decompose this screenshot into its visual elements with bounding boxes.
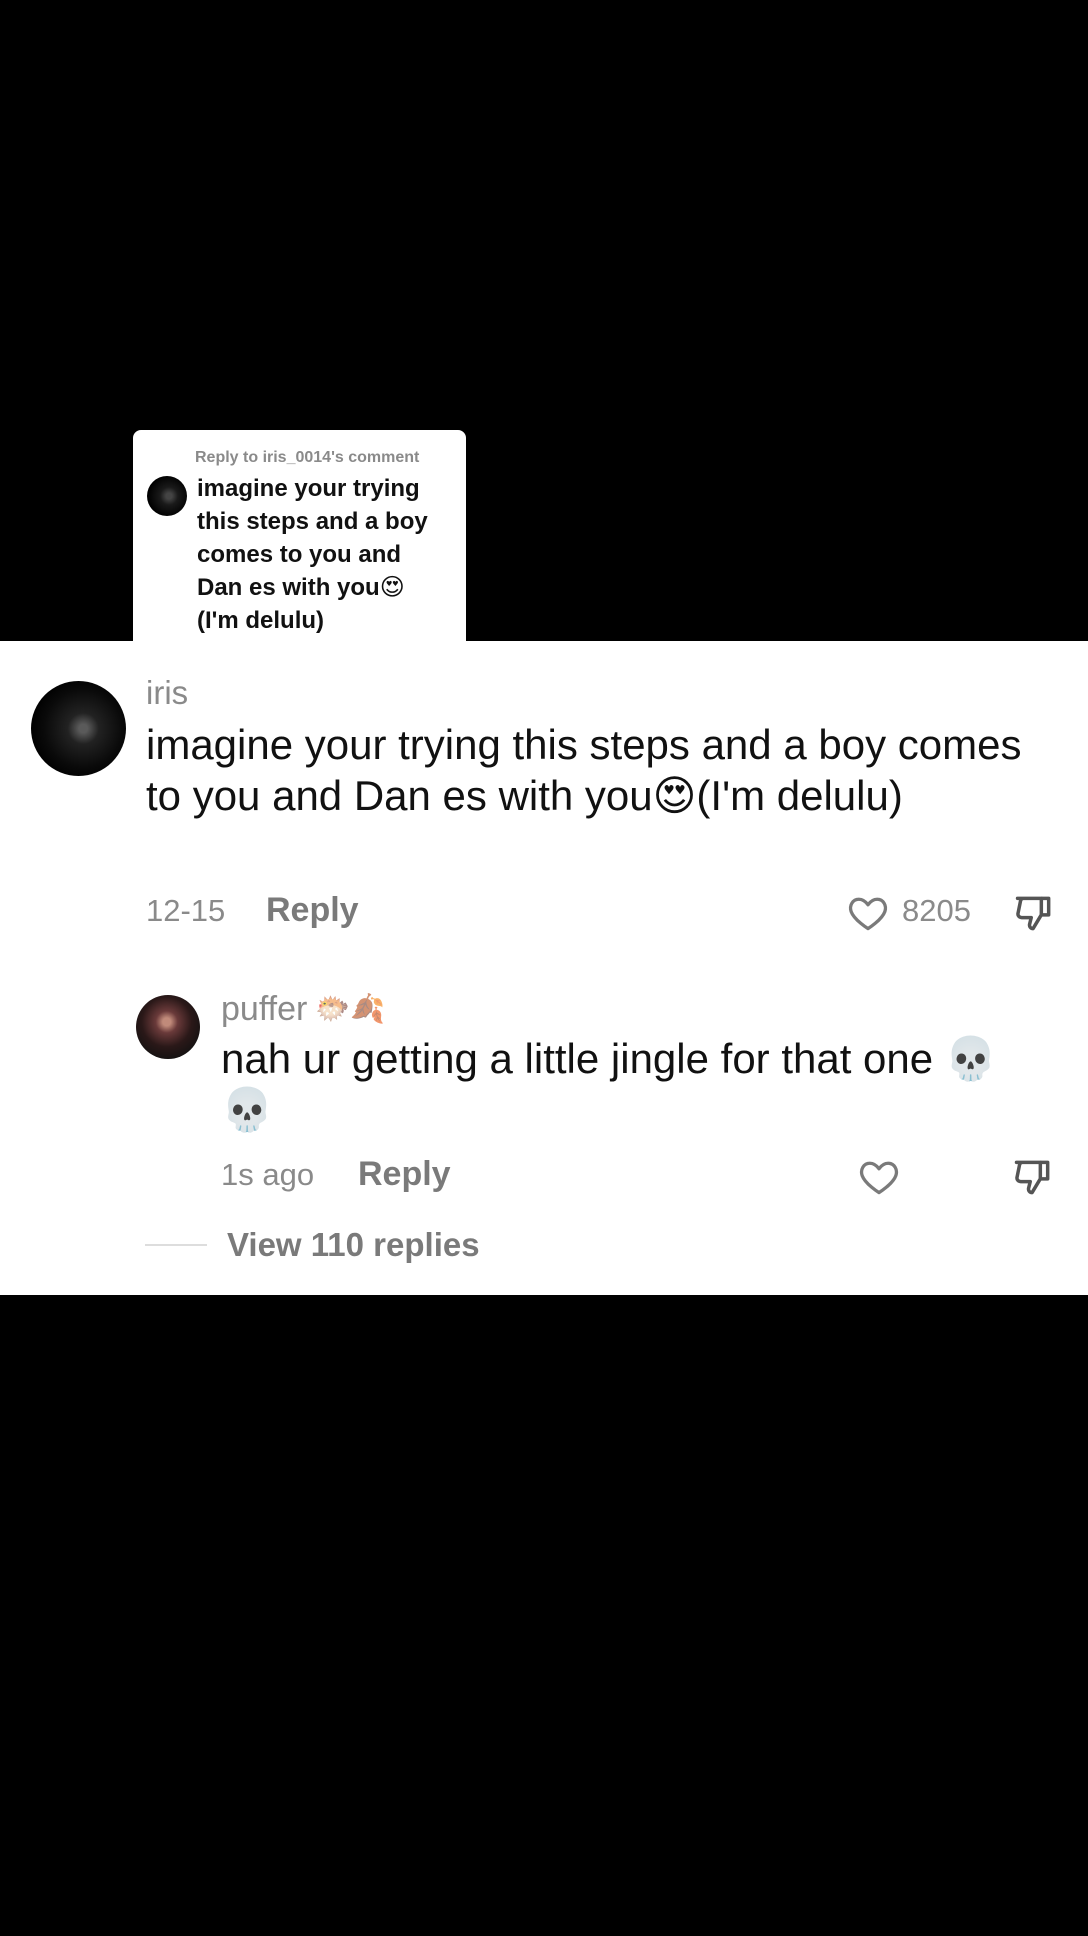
- reply-sticker: Reply to iris_0014's comment imagine you…: [133, 430, 466, 641]
- sticker-comment-text: imagine your trying this steps and a boy…: [197, 475, 428, 634]
- reply-meta: 1s ago Reply: [221, 1155, 1051, 1199]
- comment-meta: 12-15 Reply 8205: [146, 891, 1051, 935]
- comment-text: imagine your trying this steps and a boy…: [146, 721, 1022, 819]
- reply-button[interactable]: Reply: [266, 891, 359, 930]
- reply-username[interactable]: puffer 🐡🍂: [221, 989, 385, 1029]
- comment-username[interactable]: iris: [146, 673, 188, 713]
- like-count: 8205: [902, 893, 971, 928]
- reply-avatar[interactable]: [136, 995, 200, 1059]
- reply-date: 1s ago: [221, 1157, 315, 1192]
- comment-panel: iris imagine your trying this steps and …: [0, 641, 1088, 1295]
- view-replies-button[interactable]: View 110 replies: [145, 1225, 480, 1265]
- avatar[interactable]: [31, 681, 126, 776]
- sticker-header: Reply to iris_0014's comment: [195, 449, 420, 466]
- heart-outline-icon[interactable]: [857, 1155, 901, 1199]
- comment-date: 12-15: [146, 893, 226, 928]
- heart-outline-icon[interactable]: [846, 891, 890, 935]
- thumbs-down-icon[interactable]: [1011, 1155, 1055, 1199]
- sticker-avatar: [147, 476, 187, 516]
- thumbs-down-icon[interactable]: [1012, 891, 1056, 935]
- reply-reply-button[interactable]: Reply: [358, 1155, 451, 1194]
- reply-text: nah ur getting a little jingle for that …: [221, 1035, 998, 1133]
- divider: [145, 1244, 207, 1246]
- username-badge: 🐡🍂: [315, 993, 386, 1024]
- reply-username-text: puffer: [221, 990, 308, 1028]
- view-replies-label: View 110 replies: [227, 1226, 480, 1263]
